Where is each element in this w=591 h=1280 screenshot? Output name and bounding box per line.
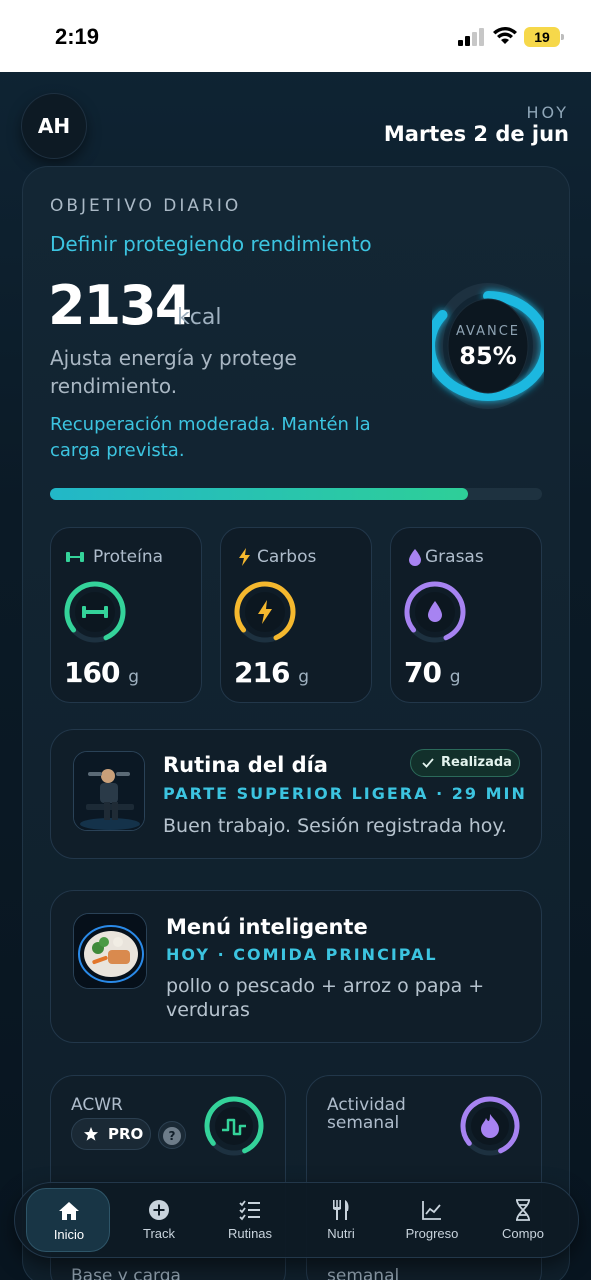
- drop-icon: [409, 549, 421, 566]
- help-button[interactable]: ?: [158, 1121, 186, 1149]
- wifi-icon: [493, 27, 517, 44]
- acwr-title: ACWR: [71, 1095, 123, 1115]
- nav-item-nutri[interactable]: Nutri: [299, 1188, 383, 1252]
- pro-badge[interactable]: PRO: [71, 1118, 151, 1150]
- status-bar: 2:19 19: [0, 0, 591, 72]
- nav-item-track[interactable]: Track: [117, 1188, 201, 1252]
- menu-title: Menú inteligente: [166, 915, 368, 939]
- home-icon: [59, 1202, 79, 1220]
- nav-label: Inicio: [53, 1227, 85, 1242]
- signal-icon: [458, 28, 486, 46]
- progress-ring-label: AVANCE: [455, 324, 521, 339]
- chart-line-icon: [422, 1201, 441, 1220]
- objective-subtitle: Definir protegiendo rendimiento: [50, 232, 372, 256]
- daily-progress-fill: [50, 488, 469, 500]
- meal-thumbnail: [73, 913, 147, 989]
- macro-value: 216 g: [234, 656, 309, 689]
- routine-title: Rutina del día: [163, 753, 328, 777]
- objective-note: Recuperación moderada. Mantén la carga p…: [50, 414, 371, 461]
- plus-circle-icon: [149, 1200, 169, 1220]
- flame-ring-icon: [460, 1096, 520, 1156]
- battery-indicator: 19: [524, 27, 564, 47]
- routine-body: Buen trabajo. Sesión registrada hoy.: [163, 815, 507, 837]
- dumbbell-icon: [66, 552, 84, 562]
- acwr-footer-text: Base y carga: [71, 1266, 181, 1280]
- pulse-ring-icon: [204, 1096, 264, 1156]
- nav-label: Nutri: [327, 1226, 355, 1241]
- nav-item-compo[interactable]: Compo: [481, 1188, 565, 1252]
- macro-card-fats[interactable]: Grasas 70 g: [390, 527, 542, 703]
- objective-description: Ajusta energía y protege rendimiento.: [50, 346, 297, 398]
- menu-tag: HOY · COMIDA PRINCIPAL: [166, 945, 438, 964]
- fats-ring-icon: [404, 581, 466, 643]
- macro-label: Proteína: [93, 547, 164, 567]
- workout-thumbnail: [73, 751, 145, 831]
- status-time: 2:19: [55, 24, 100, 49]
- nav-label: Compo: [502, 1226, 544, 1241]
- objective-title: OBJETIVO DIARIO: [50, 196, 242, 216]
- check-icon: [422, 758, 434, 768]
- kcal-unit: kcal: [177, 305, 222, 330]
- nav-label: Track: [142, 1226, 176, 1241]
- menu-body: pollo o pescado + arroz o papa + verdura…: [166, 975, 485, 1021]
- bolt-icon: [239, 548, 250, 566]
- cutlery-icon: [333, 1200, 349, 1220]
- daily-progress-bar: [50, 488, 542, 500]
- macro-value: 70 g: [404, 656, 461, 689]
- nav-label: Progreso: [405, 1226, 459, 1241]
- macro-value: 160 g: [64, 656, 139, 689]
- carbs-ring-icon: [234, 581, 296, 643]
- macro-label: Carbos: [257, 547, 317, 567]
- checklist-icon: [239, 1200, 260, 1221]
- today-label: HOY: [526, 103, 569, 122]
- date-label: Martes 2 de jun: [383, 122, 569, 146]
- macro-label: Grasas: [425, 547, 484, 567]
- nav-item-inicio[interactable]: Inicio: [26, 1188, 110, 1252]
- macro-card-protein[interactable]: Proteína 160 g: [50, 527, 202, 703]
- routine-tag: PARTE SUPERIOR LIGERA · 29 MIN: [163, 784, 527, 803]
- nav-item-progreso[interactable]: Progreso: [390, 1188, 474, 1252]
- avatar[interactable]: AH: [22, 94, 86, 158]
- star-icon: [84, 1127, 98, 1141]
- macro-card-carbs[interactable]: Carbos 216 g: [220, 527, 372, 703]
- nav-label: Rutinas: [227, 1226, 273, 1241]
- activity-footer-text: semanal: [327, 1266, 400, 1280]
- progress-ring-value: 85%: [459, 342, 517, 370]
- activity-title: Actividad semanal: [327, 1095, 406, 1133]
- completed-badge: Realizada: [410, 749, 520, 777]
- protein-ring-icon: [64, 581, 126, 643]
- nav-item-rutinas[interactable]: Rutinas: [208, 1188, 292, 1252]
- kcal-value: 2134: [48, 274, 192, 337]
- dna-icon: [516, 1199, 530, 1221]
